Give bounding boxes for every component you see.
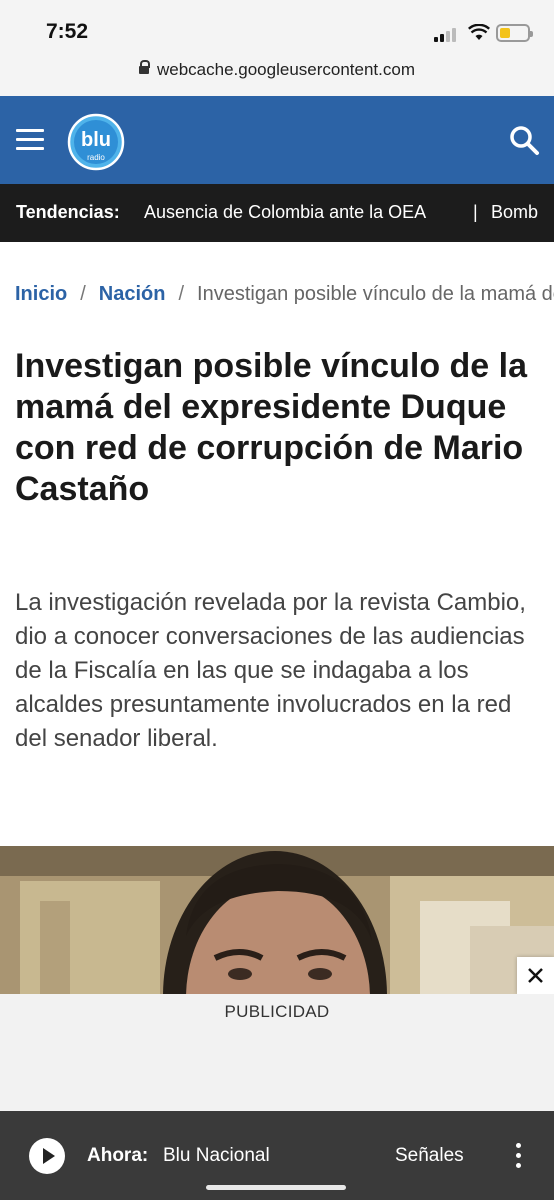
- trending-label: Tendencias:: [16, 202, 120, 222]
- article-lead: La investigación revelada por la revista…: [15, 589, 526, 752]
- blu-radio-logo[interactable]: blu radio: [66, 113, 126, 171]
- url-display[interactable]: webcache.googleusercontent.com: [0, 60, 554, 80]
- ad-label: PUBLICIDAD: [224, 1002, 330, 1021]
- wifi-icon: [468, 24, 490, 40]
- breadcrumb: Inicio / Nación / Investigan posible vínculo…: [15, 283, 554, 306]
- close-icon[interactable]: [517, 957, 554, 994]
- url-text: webcache.googleusercontent.com: [157, 60, 415, 79]
- home-indicator: [206, 1185, 346, 1190]
- lock-icon: [139, 60, 150, 74]
- battery-icon: [496, 24, 533, 42]
- address-bar[interactable]: webcache.googleusercontent.com: [0, 56, 554, 96]
- status-bar: 7:52: [0, 0, 554, 56]
- svg-text:radio: radio: [87, 153, 105, 162]
- clock: 7:52: [46, 20, 89, 43]
- breadcrumb-current: Investigan posible vínculo de la mamá de…: [197, 283, 554, 305]
- breadcrumb-separator: /: [80, 283, 86, 305]
- now-playing-station: Blu Nacional: [163, 1145, 270, 1166]
- trending-bar: Tendencias: Ausencia de Colombia ante la…: [0, 184, 554, 242]
- now-playing-label: Ahora:: [87, 1145, 149, 1166]
- trending-item-oea[interactable]: Ausencia de Colombia ante la OEA: [144, 202, 426, 223]
- breadcrumb-section[interactable]: Nación: [99, 283, 166, 305]
- signals-button[interactable]: Señales: [395, 1145, 464, 1167]
- article-title: Investigan posible vínculo de la mamá de…: [15, 347, 528, 508]
- search-icon[interactable]: [508, 124, 540, 156]
- article-photo: [0, 846, 554, 994]
- trending-separator: |: [473, 202, 478, 222]
- more-options-icon[interactable]: [515, 1143, 523, 1169]
- trending-item-truncated[interactable]: Bomb: [491, 202, 538, 223]
- play-icon[interactable]: [29, 1138, 65, 1174]
- cellular-signal-icon: [434, 26, 460, 42]
- svg-text:blu: blu: [81, 129, 111, 151]
- menu-icon[interactable]: [16, 129, 44, 151]
- breadcrumb-separator: /: [178, 283, 185, 305]
- breadcrumb-home[interactable]: Inicio: [15, 283, 67, 305]
